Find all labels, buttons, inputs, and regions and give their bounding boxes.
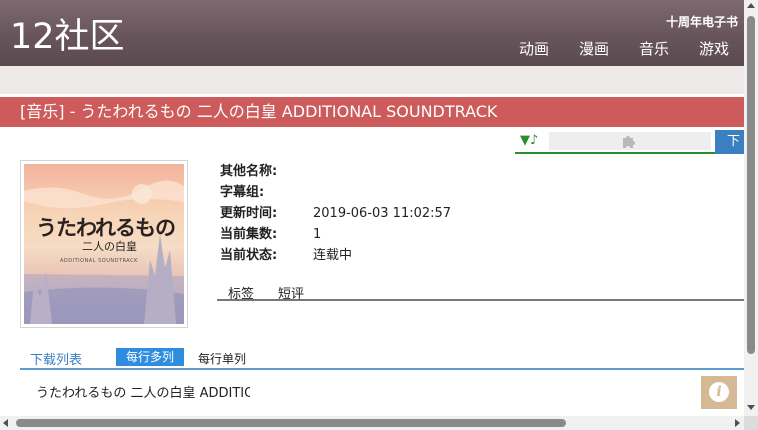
info-button[interactable]: i: [701, 376, 737, 409]
download-item-link[interactable]: うたわれるもの 二人の白皇 ADDITIONAL SOUNDTRACK: [36, 382, 250, 401]
player-bar[interactable]: ▼♪: [515, 130, 715, 154]
download-button[interactable]: 下: [715, 130, 744, 154]
scroll-down-icon[interactable]: [747, 405, 755, 410]
info-icon: i: [709, 382, 729, 402]
cover-subtitle-text: 二人の白皇: [82, 240, 137, 253]
horizontal-scroll-thumb[interactable]: [16, 419, 566, 427]
info-value: 连载中: [313, 248, 353, 263]
sub-header-band: [0, 66, 744, 94]
info-label: 当前状态:: [220, 248, 278, 263]
nav-item-manga[interactable]: 漫画: [564, 38, 624, 60]
player-track[interactable]: [549, 132, 711, 150]
ebook-link[interactable]: 十周年电子书: [666, 13, 738, 30]
music-play-icon[interactable]: ▼♪: [520, 133, 538, 148]
info-label: 更新时间:: [220, 206, 278, 221]
vertical-scrollbar[interactable]: [744, 0, 758, 416]
scroll-right-icon[interactable]: [735, 419, 740, 427]
info-label: 当前集数:: [220, 227, 278, 242]
site-header: 12社区 十周年电子书 动画 漫画 音乐 游戏: [0, 0, 744, 66]
nav-item-music[interactable]: 音乐: [624, 38, 684, 60]
download-list-header: 下载列表 每行多列 每行单列: [20, 346, 744, 370]
cover-image: うたわれるもの 二人の白皇 ADDITIONAL SOUNDTRACK: [20, 160, 188, 328]
tab-tags[interactable]: 标签: [228, 283, 254, 302]
layout-single-column-button[interactable]: 每行单列: [198, 350, 246, 367]
scrollbar-corner: [744, 416, 758, 430]
detail-tabs: 标签 短评: [217, 282, 744, 302]
page: 12社区 十周年电子书 动画 漫画 音乐 游戏 [音乐] - うたわれるもの 二…: [0, 0, 758, 430]
vertical-scroll-thumb[interactable]: [747, 16, 755, 354]
page-title: [音乐] - うたわれるもの 二人の白皇 ADDITIONAL SOUNDTRA…: [0, 97, 744, 127]
cover-small-text: ADDITIONAL SOUNDTRACK: [60, 258, 138, 264]
nav-item-games[interactable]: 游戏: [684, 38, 744, 60]
download-list-title: 下载列表: [30, 353, 83, 368]
scroll-up-icon[interactable]: [747, 3, 755, 8]
scroll-left-icon[interactable]: [3, 419, 8, 427]
info-label: 字幕组:: [220, 185, 265, 200]
nav-item-anime[interactable]: 动画: [504, 38, 564, 60]
layout-multi-column-button[interactable]: 每行多列: [116, 348, 184, 366]
puzzle-icon: [623, 136, 635, 148]
horizontal-scrollbar[interactable]: [0, 416, 744, 430]
info-value: 2019-06-03 11:02:57: [313, 206, 452, 221]
main-nav: 动画 漫画 音乐 游戏: [504, 38, 744, 60]
tab-reviews[interactable]: 短评: [278, 283, 304, 302]
info-label: 其他名称:: [220, 164, 278, 179]
site-logo[interactable]: 12社区: [10, 14, 125, 60]
info-value: 1: [313, 227, 322, 242]
